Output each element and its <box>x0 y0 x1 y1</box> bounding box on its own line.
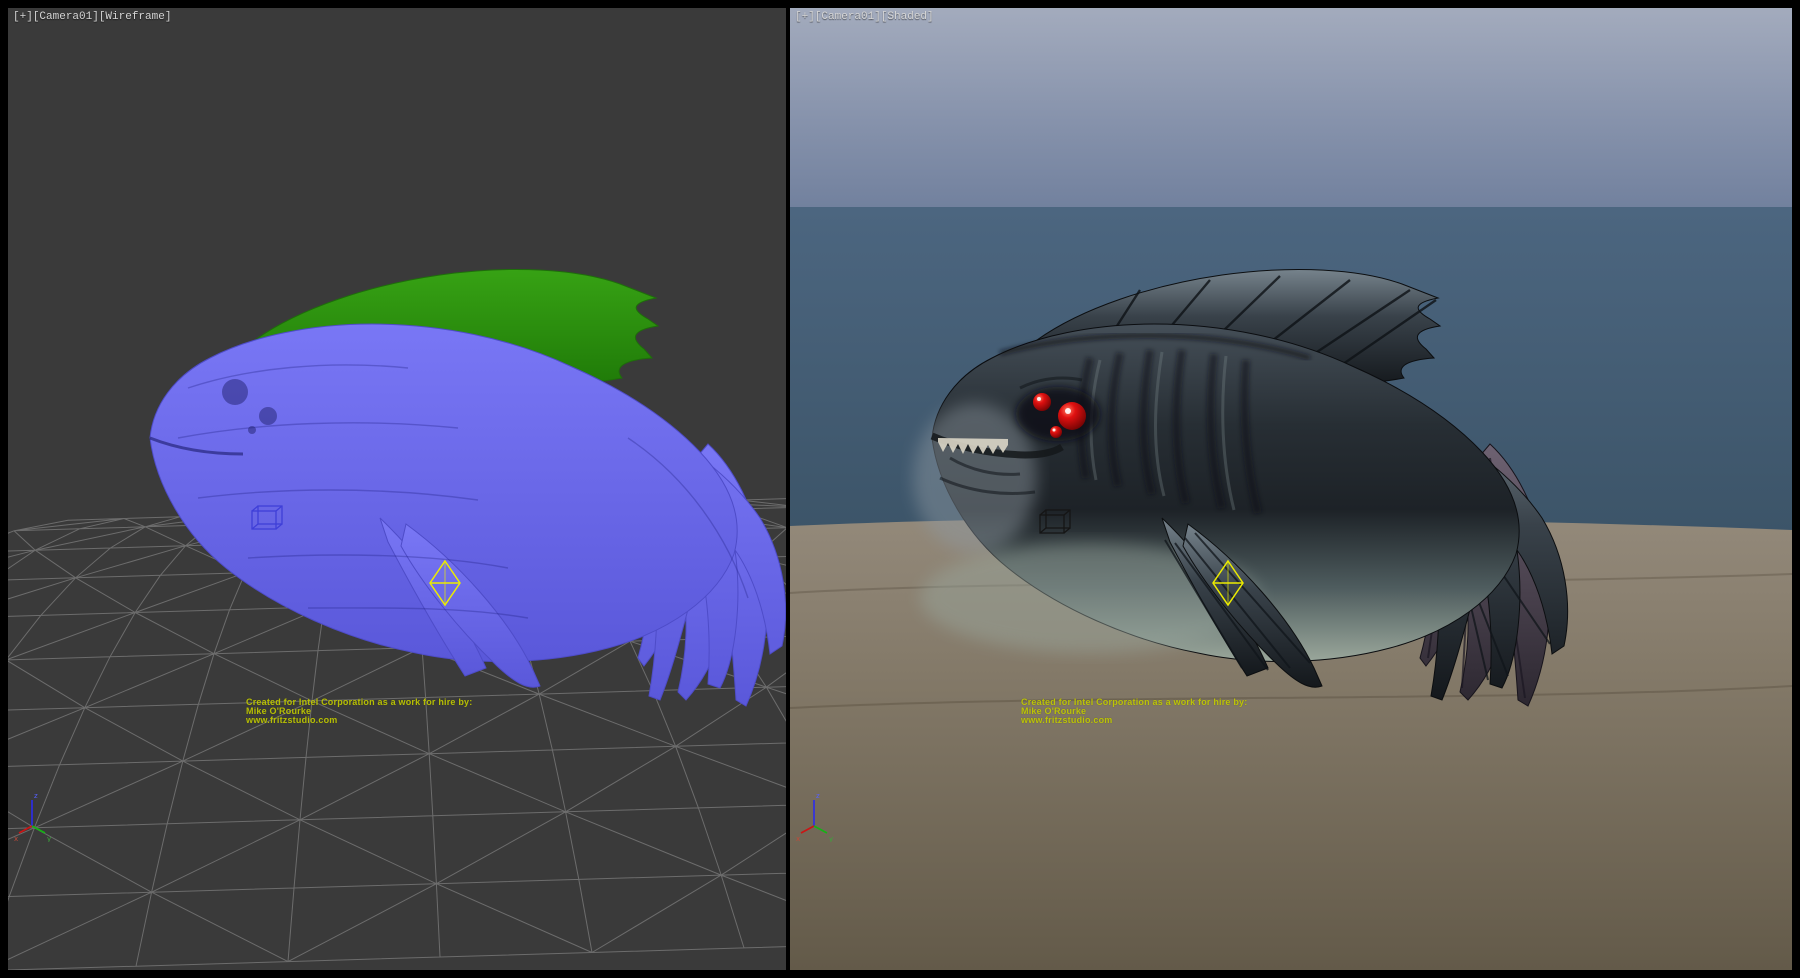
viewport-menu-plus[interactable]: [+] <box>795 11 815 23</box>
viewport-menu-camera[interactable]: [Camera01] <box>33 11 99 23</box>
axis-z-label: z <box>816 792 820 800</box>
viewport-menu-shading[interactable]: [Wireframe] <box>99 11 172 23</box>
viewport-wireframe[interactable]: [+][Camera01][Wireframe] Created for Int… <box>8 8 786 970</box>
axis-y-label: y <box>829 835 833 842</box>
viewport-shaded[interactable]: [+][Camera01][Shaded] Created for Intel … <box>790 8 1792 970</box>
viewport-menu-shading[interactable]: [Shaded] <box>881 11 934 23</box>
world-axis-tripod: z x y <box>796 788 844 842</box>
axis-z-label: z <box>34 792 38 800</box>
viewport-label: [+][Camera01][Shaded] <box>795 11 934 23</box>
viewport-menu-camera[interactable]: [Camera01] <box>815 11 881 23</box>
viewport-label: [+][Camera01][Wireframe] <box>13 11 171 23</box>
watermark-line: www.fritzstudio.com <box>246 716 472 725</box>
wireframe-scene <box>8 8 786 970</box>
world-axis-tripod: z x y <box>14 788 62 842</box>
shaded-scene <box>790 8 1792 970</box>
watermark-text: Created for Intel Corporation as a work … <box>1021 698 1247 725</box>
axis-y-label: y <box>47 835 51 842</box>
application-window: [+][Camera01][Wireframe] Created for Int… <box>0 0 1800 978</box>
head-highlight <box>913 403 1037 553</box>
watermark-text: Created for Intel Corporation as a work … <box>246 698 472 725</box>
viewport-menu-plus[interactable]: [+] <box>13 11 33 23</box>
axis-x-label: x <box>14 835 18 842</box>
watermark-line: www.fritzstudio.com <box>1021 716 1247 725</box>
axis-x-label: x <box>796 835 800 842</box>
sky-background <box>790 8 1792 207</box>
